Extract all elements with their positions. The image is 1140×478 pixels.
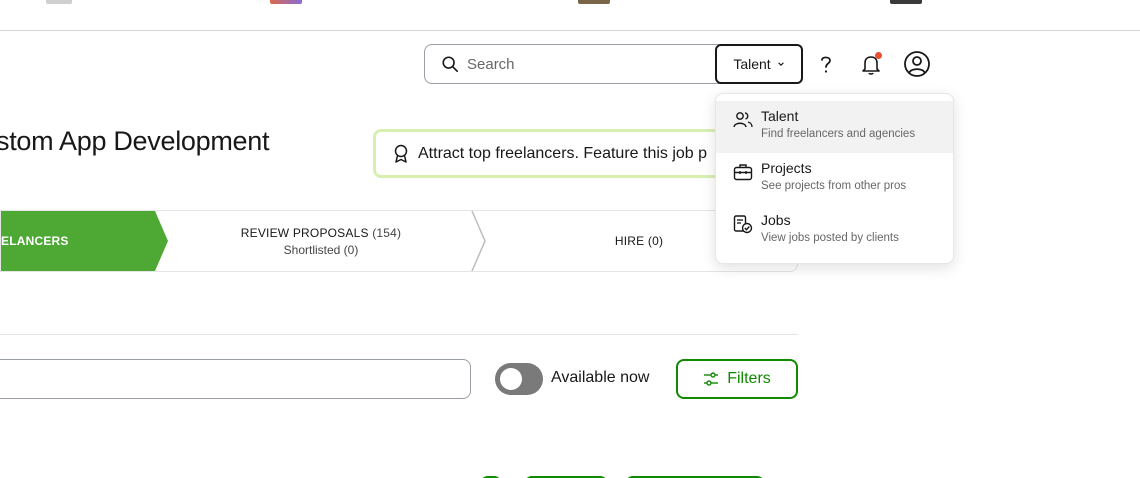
toggle-knob [500,368,522,390]
menu-item-label: Projects [761,160,812,176]
top-strip [0,0,1140,31]
filters-label: Filters [727,370,771,387]
menu-item-sub: View jobs posted by clients [761,232,899,244]
question-mark-icon [821,56,831,73]
filters-button[interactable]: Filters [676,359,798,399]
step-review-label: REVIEW PROPOSALS [240,225,369,240]
step-review-sub: Shortlisted (0) [283,242,359,257]
menu-item-label: Talent [761,108,799,124]
search-scope-menu: Talent Find freelancers and agencies Pro… [715,93,954,264]
thumbnail-1[interactable] [46,0,72,4]
people-icon [733,112,753,128]
chevron-down-icon [777,62,784,66]
section-divider [0,334,798,335]
award-ribbon-icon [394,144,408,163]
menu-item-sub: Find freelancers and agencies [761,128,916,140]
hiring-steps: ELANCERS REVIEW PROPOSALS (154) Shortlis… [0,210,798,272]
step-hire-count: (0) [647,234,664,248]
help-button[interactable] [812,50,840,78]
step-review-count: (154) [372,225,402,240]
search-placeholder: Search [467,55,515,73]
menu-item-label: Jobs [761,212,791,228]
thumbnail-2[interactable] [270,0,302,4]
document-check-icon [733,215,753,234]
thumbnail-3[interactable] [578,0,610,4]
thumbnail-4[interactable] [890,0,922,4]
sliders-icon [704,372,719,386]
search-input[interactable]: Search [424,44,724,84]
freelancer-search-input[interactable] [0,359,471,399]
menu-item-projects[interactable]: Projects See projects from other pros [716,153,953,205]
user-circle-icon [904,51,930,77]
profile-button[interactable] [903,50,931,78]
menu-item-talent[interactable]: Talent Find freelancers and agencies [716,101,953,153]
step-invite-label: ELANCERS [1,234,69,248]
page-title: stom App Development [0,126,270,156]
notification-dot [875,52,882,59]
step-review-proposals[interactable]: REVIEW PROPOSALS (154) Shortlisted (0) [169,211,473,271]
notifications-button[interactable] [857,50,885,78]
feature-job-banner[interactable]: Attract top freelancers. Feature this jo… [373,129,753,178]
step-hire-label: HIRE [614,234,645,248]
search-icon [442,56,459,73]
available-now-toggle[interactable] [495,363,543,395]
available-now-label: Available now [551,369,650,386]
search-scope-dropdown[interactable]: Talent [715,44,803,84]
search-scope-label: Talent [733,56,771,72]
briefcase-icon [733,164,753,181]
menu-item-sub: See projects from other pros [761,180,907,192]
menu-item-jobs[interactable]: Jobs View jobs posted by clients [716,205,953,257]
step-separator [471,211,486,271]
feature-banner-text: Attract top freelancers. Feature this jo… [418,144,708,162]
